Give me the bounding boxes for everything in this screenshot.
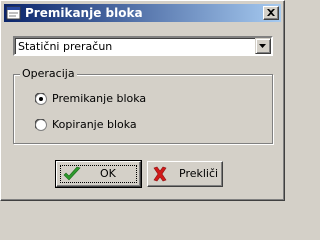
analysis-type-combobox[interactable]: Statični preračun <box>13 36 273 56</box>
dialog-window: Premikanje bloka Statični preračun Opera… <box>0 0 285 201</box>
ok-button-label: OK <box>100 167 116 180</box>
radio-move-block-label: Premikanje bloka <box>52 92 147 105</box>
title-bar[interactable]: Premikanje bloka <box>4 4 281 22</box>
checkmark-icon <box>63 166 81 181</box>
radio-unselected-icon[interactable] <box>35 119 47 131</box>
combobox-dropdown-button[interactable] <box>255 38 271 54</box>
close-button[interactable] <box>263 6 279 20</box>
chevron-down-icon <box>259 44 266 48</box>
cancel-button[interactable]: Prekliči <box>147 161 223 187</box>
operation-groupbox: Operacija Premikanje bloka Kopiranje blo… <box>13 67 273 144</box>
app-icon <box>6 5 22 21</box>
radio-selected-icon[interactable] <box>35 93 47 105</box>
ok-button[interactable]: OK <box>55 160 142 188</box>
red-x-icon <box>153 166 167 182</box>
combobox-value: Statični preračun <box>18 40 113 53</box>
cancel-button-label: Prekliči <box>179 167 219 180</box>
window-title: Premikanje bloka <box>25 6 143 20</box>
close-icon <box>267 9 275 16</box>
groupbox-label: Operacija <box>20 67 77 81</box>
radio-copy-block-label: Kopiranje bloka <box>52 118 137 131</box>
